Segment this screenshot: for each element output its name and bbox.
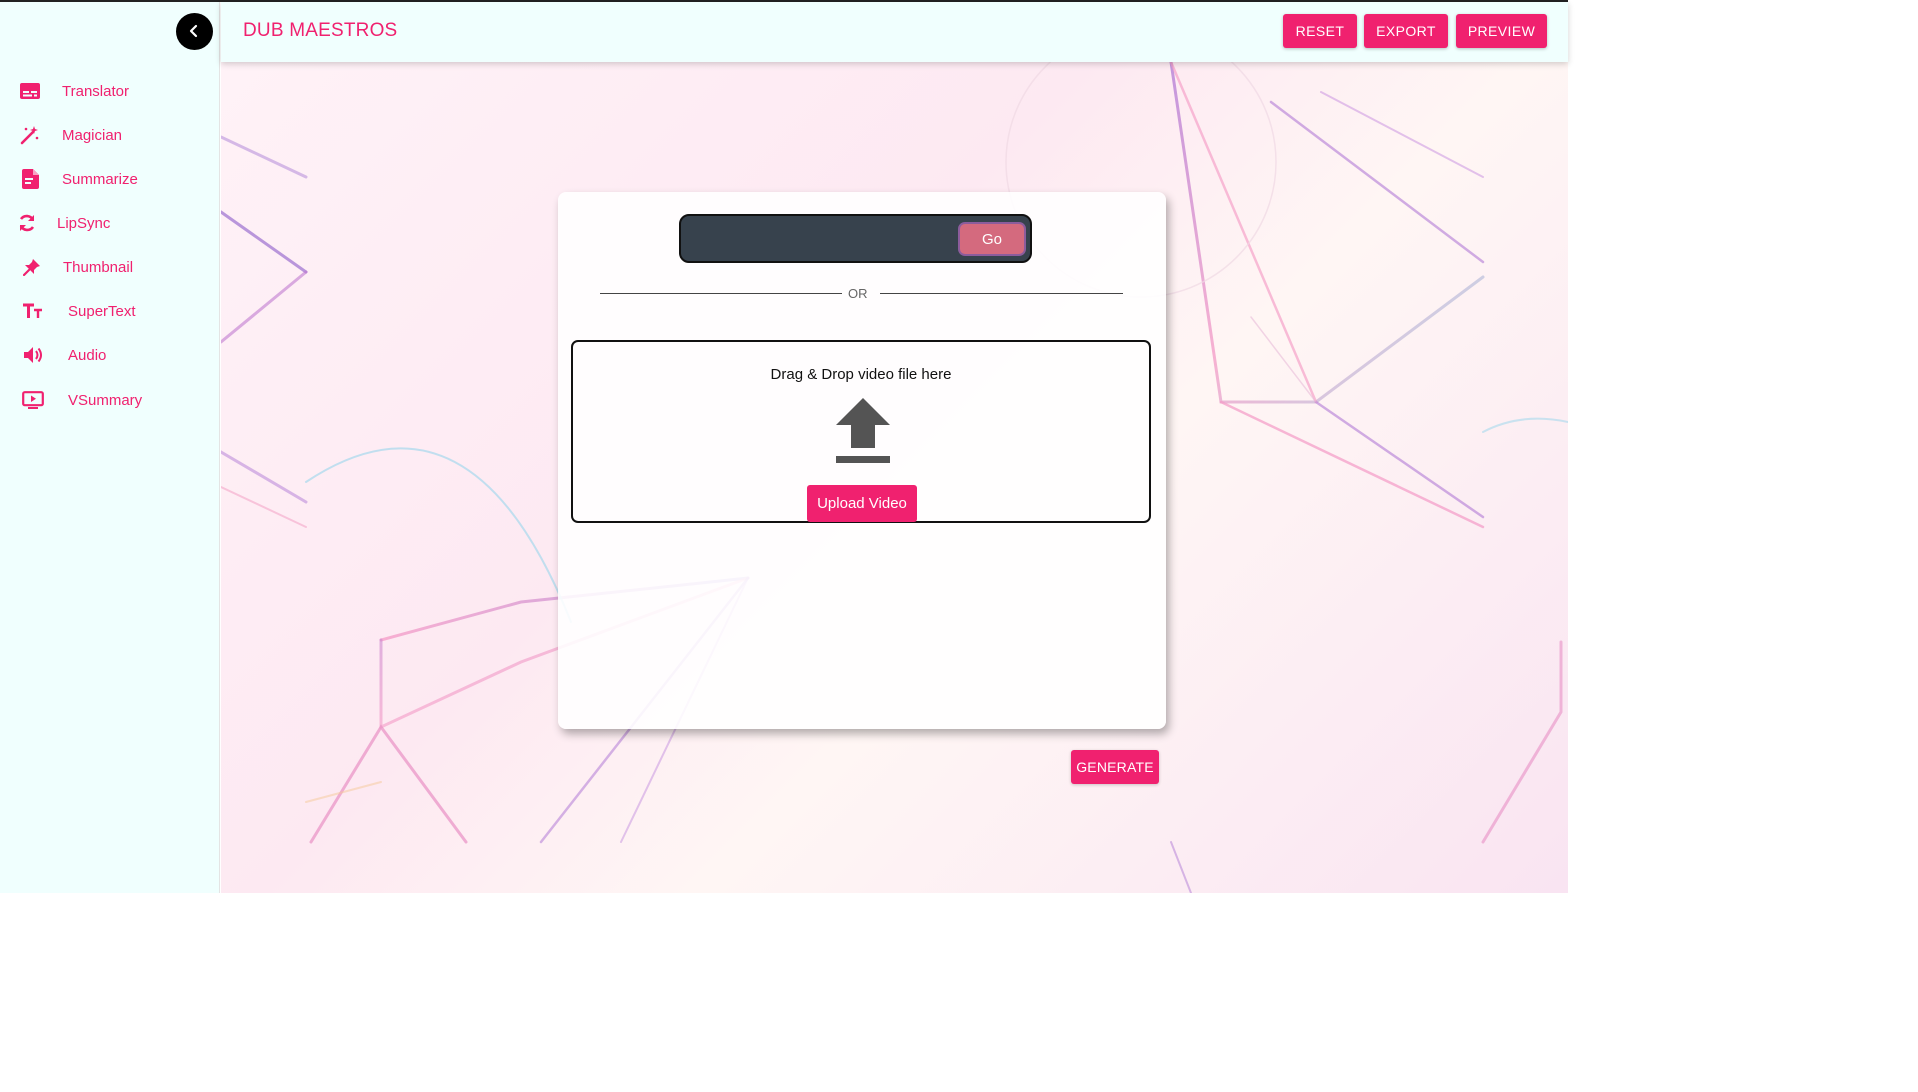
url-input-group: Go <box>679 214 1032 263</box>
preview-button[interactable]: PREVIEW <box>1456 14 1547 48</box>
subtitles-icon <box>19 80 41 102</box>
sidebar-item-vsummary[interactable]: VSummary <box>0 382 218 418</box>
sidebar-item-label: Audio <box>68 346 107 364</box>
speaker-icon <box>22 344 44 366</box>
drop-instructions: Drag & Drop video file here <box>770 366 952 383</box>
pin-icon <box>21 256 43 278</box>
sidebar: Translator Magician Summarize LipSync Th <box>0 2 220 893</box>
export-button[interactable]: EXPORT <box>1364 14 1448 48</box>
sidebar-item-label: VSummary <box>68 391 143 409</box>
divider-right <box>880 293 1123 294</box>
sidebar-item-label: Translator <box>62 82 129 100</box>
main-content: Go OR Drag & Drop video file here Upload… <box>221 62 1568 893</box>
or-separator: OR <box>848 286 868 301</box>
app-title: DUB MAESTROS <box>243 20 398 41</box>
sidebar-item-audio[interactable]: Audio <box>0 337 218 373</box>
upload-video-button[interactable]: Upload Video <box>807 485 917 522</box>
collapse-sidebar-button[interactable] <box>176 13 213 50</box>
text-size-icon <box>22 300 44 322</box>
generate-button[interactable]: GENERATE <box>1071 750 1159 784</box>
video-url-input[interactable] <box>689 224 954 254</box>
sync-icon <box>16 212 38 234</box>
sidebar-item-label: Thumbnail <box>63 258 134 276</box>
file-drop-zone[interactable]: Drag & Drop video file here Upload Video <box>571 340 1151 523</box>
app-window: Translator Magician Summarize LipSync Th <box>0 0 1568 893</box>
sidebar-item-translator[interactable]: Translator <box>0 73 218 109</box>
sidebar-item-magician[interactable]: Magician <box>0 117 218 153</box>
divider-left <box>600 293 842 294</box>
sidebar-item-lipsync[interactable]: LipSync <box>0 205 218 241</box>
sidebar-item-label: LipSync <box>57 214 111 232</box>
reset-button[interactable]: RESET <box>1283 14 1357 48</box>
upload-arrow-icon <box>836 398 890 463</box>
video-play-icon <box>22 389 44 411</box>
sidebar-item-label: Summarize <box>62 170 138 188</box>
sidebar-item-summarize[interactable]: Summarize <box>0 161 218 197</box>
top-bar: DUB MAESTROS RESET EXPORT PREVIEW <box>221 2 1568 62</box>
chevron-left-icon <box>189 24 198 38</box>
video-input-card: Go OR Drag & Drop video file here Upload… <box>558 192 1166 729</box>
summary-doc-icon <box>19 168 41 190</box>
sidebar-item-supertext[interactable]: SuperText <box>0 293 218 329</box>
go-button[interactable]: Go <box>958 222 1026 256</box>
magic-wand-icon <box>19 124 41 146</box>
sidebar-item-label: SuperText <box>68 302 136 320</box>
sidebar-item-thumbnail[interactable]: Thumbnail <box>0 249 218 285</box>
sidebar-item-label: Magician <box>62 126 123 144</box>
